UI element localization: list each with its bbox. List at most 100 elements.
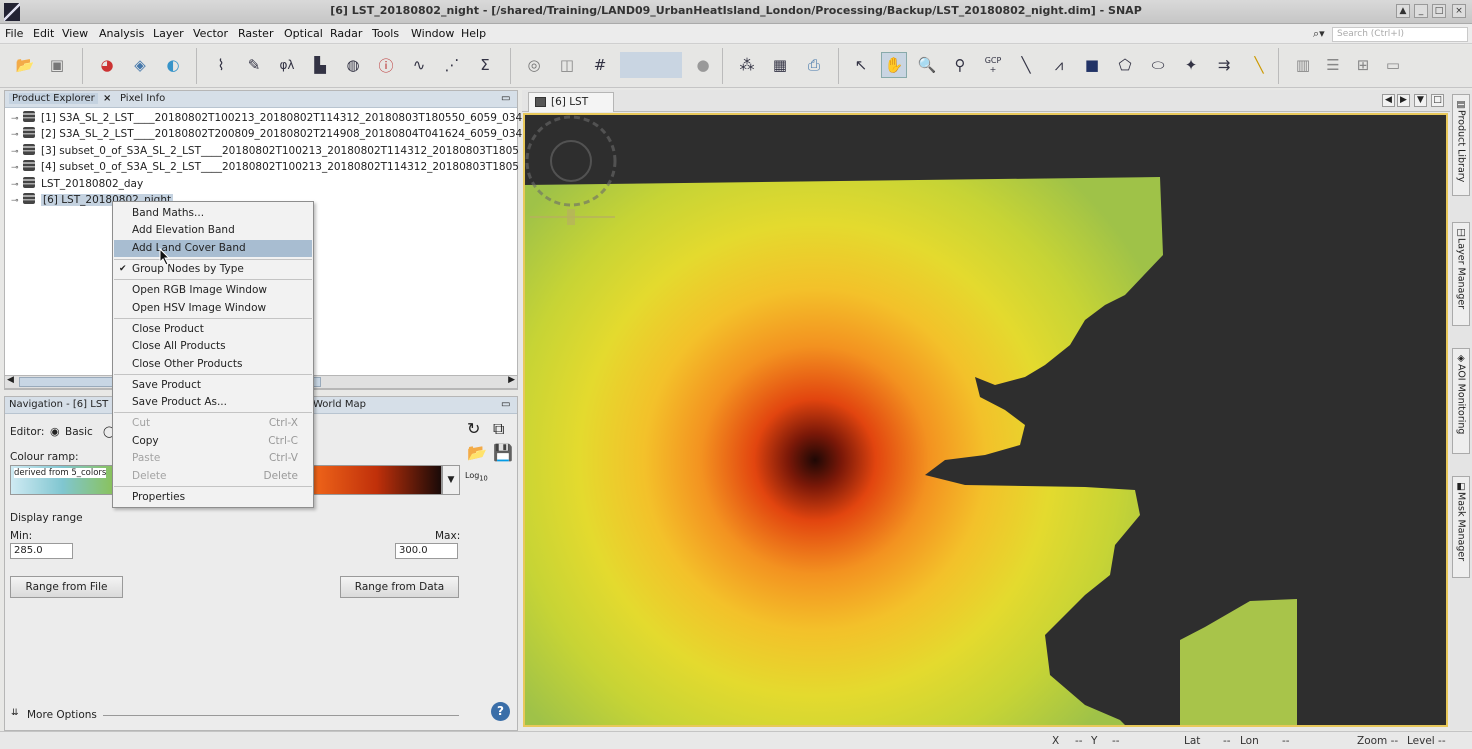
range-finder-icon[interactable]: ⇉ [1211,52,1237,78]
polygon-tool-icon[interactable]: ⬠ [1112,52,1138,78]
menu-raster[interactable]: Raster [238,27,273,40]
menu-item-close-other-products[interactable]: Close Other Products [114,356,312,373]
scroll-right-icon[interactable]: ▶ [508,375,515,385]
tab-next-icon[interactable]: ▶ [1397,94,1410,107]
export-icon[interactable]: 💾 [493,443,513,462]
import-icon[interactable]: 📂 [467,443,487,462]
scroll-left-icon[interactable]: ◀ [7,375,14,385]
gcp-tool-icon[interactable]: GCP + [980,52,1006,78]
menu-item-open-rgb-image-window[interactable]: Open RGB Image Window [114,282,312,299]
tab-world-map[interactable]: World Map [313,399,366,410]
menu-tools[interactable]: Tools [372,27,399,40]
tab-navigation[interactable]: Navigation - [6] LST [9,399,108,410]
save-product-icon[interactable]: ▣ [44,52,70,78]
minimize-panel-icon[interactable]: ▭ [501,399,510,410]
rgb-image-icon[interactable]: ◕ [94,52,120,78]
zoom-tool-icon[interactable]: 🔍 [914,52,940,78]
product-node-2[interactable]: ⊸ [2] S3A_SL_2_LST____20180802T200809_201… [11,126,522,142]
tab-lst-image[interactable]: [6] LST [528,92,614,112]
product-node-3[interactable]: ⊸ [3] subset_0_of_S3A_SL_2_LST____2018080… [11,143,519,159]
world-map-icon[interactable]: ◎ [521,52,547,78]
camera-icon[interactable]: ⎙ [801,52,827,78]
expand-icon[interactable]: ⊸ [11,193,23,209]
menu-layer[interactable]: Layer [153,27,184,40]
tab-product-library[interactable]: ▤ Product Library [1452,94,1470,196]
spectrum-view-icon[interactable]: ⌇ [208,52,234,78]
search-input[interactable]: Search (Ctrl+I) [1332,27,1468,42]
close-tab-icon[interactable]: × [103,93,111,104]
basic-radio-icon[interactable]: ◉ [50,425,60,438]
menu-item-band-maths[interactable]: Band Maths... [114,205,312,222]
tab-mask-manager[interactable]: ◧ Mask Manager [1452,476,1470,578]
expand-icon[interactable]: ⊸ [11,144,23,160]
graticule-icon[interactable]: # [587,52,613,78]
max-input[interactable]: 300.0 [395,543,458,559]
multi-apply-icon[interactable]: ⧉ [493,419,504,439]
menu-item-open-hsv-image-window[interactable]: Open HSV Image Window [114,300,312,317]
pin-tool-icon[interactable]: ⚲ [947,52,973,78]
statistics-icon[interactable]: Σ [472,52,498,78]
expand-icon[interactable]: ⊸ [11,127,23,143]
ramp-dropdown-icon[interactable]: ▼ [442,465,460,495]
tile-horizontal-icon[interactable]: ▥ [1290,52,1316,78]
tab-aoi-monitoring[interactable]: ◈ AOI Monitoring [1452,348,1470,454]
polyline-tool-icon[interactable]: ⩘ [1046,52,1072,78]
more-options-label[interactable]: More Options [27,709,97,721]
range-from-file-button[interactable]: Range from File [10,576,123,598]
open-snap-icon[interactable]: ◐ [160,52,186,78]
menu-item-save-product[interactable]: Save Product [114,377,312,394]
expand-icon[interactable]: ⊸ [11,160,23,176]
expand-icon[interactable]: ⊸ [11,111,23,127]
product-node-1[interactable]: ⊸ [1] S3A_SL_2_LST____20180802T100213_201… [11,110,522,126]
menu-item-copy[interactable]: Copy Ctrl-C [114,433,312,450]
tile-single-icon[interactable]: ▭ [1380,52,1406,78]
menu-file[interactable]: File [5,27,23,40]
tile-vertical-icon[interactable]: ☰ [1320,52,1346,78]
tab-list-icon[interactable]: ▼ [1414,94,1427,107]
graph-builder-icon[interactable]: ⁂ [734,52,760,78]
menu-edit[interactable]: Edit [33,27,54,40]
expand-more-icon[interactable]: ⇊ [11,708,19,718]
rectangle-tool-icon[interactable]: ■ [1079,52,1105,78]
tab-pixel-info[interactable]: Pixel Info [120,93,165,104]
histogram-icon[interactable]: ▙ [307,52,333,78]
menu-optical[interactable]: Optical [284,27,323,40]
sync-views-icon[interactable] [620,52,682,78]
menu-item-group-nodes-by-type[interactable]: ✔ Group Nodes by Type [114,261,312,278]
minimize-panel-icon[interactable]: ▭ [501,93,510,104]
lst-image-view[interactable] [523,113,1448,727]
menu-vector[interactable]: Vector [193,27,228,40]
maximize-view-icon[interactable]: □ [1431,94,1444,107]
menu-view[interactable]: View [62,27,88,40]
magic-wand-icon[interactable]: ✦ [1178,52,1204,78]
tile-grid-icon[interactable]: ⊞ [1350,52,1376,78]
expand-icon[interactable]: ⊸ [11,177,23,193]
menu-analysis[interactable]: Analysis [99,27,144,40]
menu-item-add-land-cover-band[interactable]: Add Land Cover Band [114,240,312,257]
menu-item-properties[interactable]: Properties [114,489,312,506]
reset-icon[interactable]: ↻ [467,419,480,438]
minimize-button[interactable]: _ [1414,4,1428,18]
min-input[interactable]: 285.0 [10,543,73,559]
profile-plot-icon[interactable]: ∿ [406,52,432,78]
scatter-plot-icon[interactable]: ⋰ [439,52,465,78]
layer-icon[interactable]: ◫ [554,52,580,78]
menu-item-close-product[interactable]: Close Product [114,321,312,338]
pan-tool-icon[interactable]: ✋ [881,52,907,78]
batch-processing-icon[interactable]: ▦ [767,52,793,78]
select-tool-icon[interactable]: ↖ [848,52,874,78]
band-maths-icon[interactable]: ◈ [127,52,153,78]
open-product-icon[interactable]: 📂 [12,52,38,78]
menu-window[interactable]: Window [411,27,454,40]
tab-layer-manager[interactable]: ◫ Layer Manager [1452,222,1470,326]
menu-item-save-product-as[interactable]: Save Product As... [114,394,312,411]
product-node-4[interactable]: ⊸ [4] subset_0_of_S3A_SL_2_LST____2018080… [11,159,519,175]
maximize-button[interactable]: □ [1432,4,1446,18]
phi-lambda-icon[interactable]: φλ [274,52,300,78]
lst-heat-map[interactable] [525,115,1446,725]
help-icon[interactable]: ? [491,702,510,721]
pan-sync-icon[interactable]: ● [690,52,716,78]
menu-help[interactable]: Help [461,27,486,40]
product-node-5[interactable]: ⊸ LST_20180802_day [11,176,143,192]
tab-prev-icon[interactable]: ◀ [1382,94,1395,107]
